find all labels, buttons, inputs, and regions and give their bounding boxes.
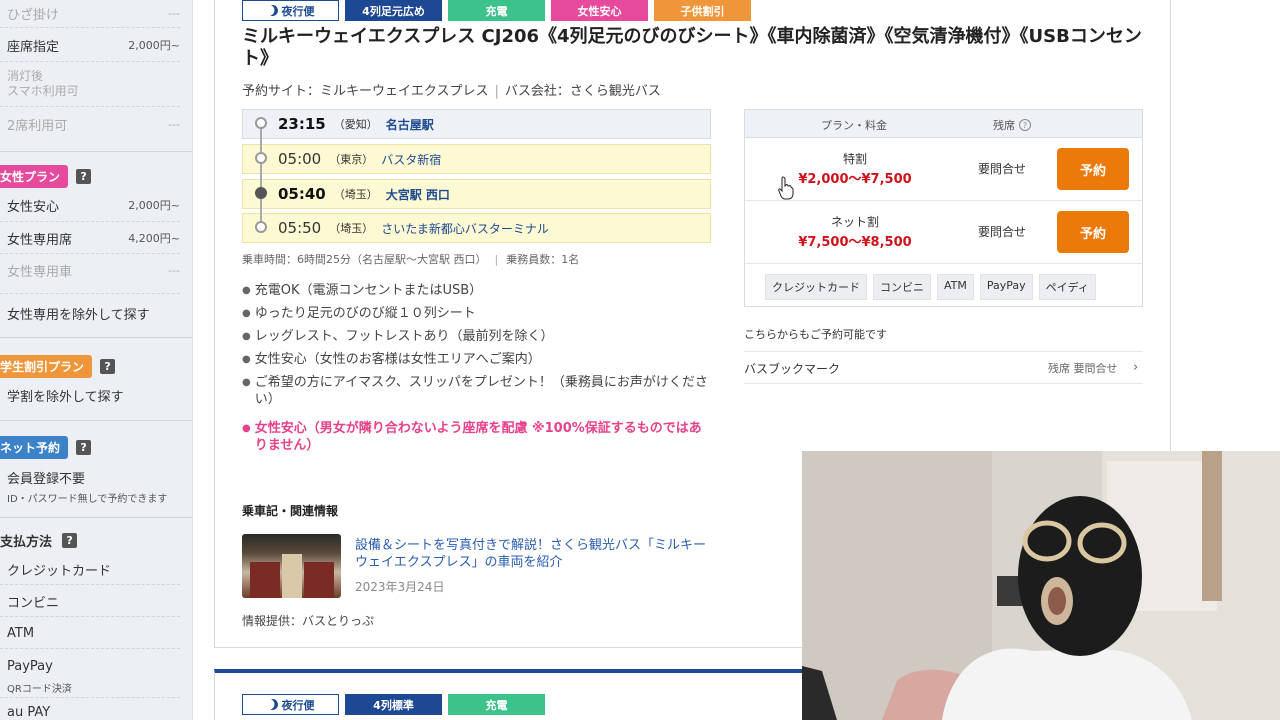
hand-cursor-icon [778, 176, 794, 200]
stop-arrival: 05:40 （埼玉） 大宮駅 西口 [242, 179, 711, 209]
info-provider: 情報提供：バスとりっぷ [242, 614, 375, 628]
listing-subinfo: 予約サイト：ミルキーウェイエクスプレス | バス会社：さくら観光バス [242, 84, 661, 99]
student-plan-header: 学生割引プラン ? [0, 355, 116, 378]
divider [0, 27, 180, 28]
related-info-heading: 乗車記・関連情報 [242, 504, 339, 518]
webcam-person-image [802, 451, 1280, 720]
alt-booking-note: こちらからもご予約可能です [744, 328, 887, 341]
badge-night: 夜行便 [242, 0, 339, 21]
help-icon[interactable]: ? [76, 440, 92, 455]
badge-night: 夜行便 [242, 694, 339, 715]
listing-badges: 夜行便 4列足元広め 充電 女性安心 子供割引 [242, 0, 751, 21]
help-icon[interactable]: ? [62, 533, 78, 548]
related-article-date: 2023年3月24日 [355, 580, 445, 594]
filter-payment-conbini[interactable]: コンビニ [0, 591, 180, 611]
badge-child-discount: 子供割引 [654, 0, 751, 21]
women-plan-header: 女性プラン ? [0, 165, 92, 188]
reserve-button[interactable]: 予約 [1057, 211, 1129, 253]
divider [0, 616, 180, 617]
filter-payment-paypay[interactable]: PayPay [0, 656, 180, 676]
reserve-button[interactable]: 予約 [1057, 148, 1129, 190]
filter-lights-off-phone[interactable]: 消灯後 スマホ利用可 [7, 69, 79, 99]
plan-row: ネット割 ¥7,500～¥8,500 要問合せ 予約 [745, 201, 1142, 264]
divider [0, 697, 180, 698]
badge-charging: 充電 [448, 694, 545, 715]
section-divider [0, 337, 193, 338]
webcam-overlay [802, 451, 1280, 720]
filter-payment-credit[interactable]: クレジットカード [0, 559, 180, 579]
stop-arrival: 05:50 （埼玉） さいたま新都心バスターミナル [242, 213, 711, 243]
feature-item: ● ゆったり足元のびのび縦１０列シート [242, 306, 476, 321]
divider [744, 351, 1143, 352]
divider [0, 253, 180, 254]
timeline-dot [255, 187, 267, 199]
related-article-thumbnail[interactable] [242, 534, 341, 598]
badge-charging: 充電 [448, 0, 545, 21]
filter-payment-aupay[interactable]: au PAY [0, 702, 180, 720]
badge-legroom: 4列足元広め [345, 0, 442, 21]
alt-booking-seats: 残席 要問合せ [1048, 362, 1118, 375]
women-safe-note: ● 女性安心（男女が隣り合わないよう座席を配慮 ※100%保証するものではありませ… [242, 421, 702, 453]
badge-women-safe: 女性安心 [551, 0, 648, 21]
listing-badges: 夜行便 4列標準 充電 [242, 694, 545, 715]
stop-departure: 23:15 （愛知） 名古屋駅 [242, 109, 711, 139]
payment-chip: ペイディ [1038, 274, 1096, 300]
timeline-dot [255, 221, 267, 233]
feature-list: ● 充電OK（電源コンセントまたはUSB） ● ゆったり足元のびのび縦１０列シート … [242, 282, 712, 460]
timeline-line [260, 123, 262, 230]
divider [0, 61, 180, 62]
exclude-women-link[interactable]: 女性専用を除外して探す [0, 303, 180, 323]
alt-booking-site[interactable]: バスブックマーク [744, 360, 840, 377]
help-icon[interactable]: ? [100, 359, 116, 374]
section-divider [0, 151, 193, 152]
ride-meta: 乗車時間：6時間25分（名古屋駅～大宮駅 西口） | 乗務員数：1名 [242, 253, 580, 266]
filter-sidebar: ひざ掛け --- 座席指定 2,000円~ 消灯後 スマホ利用可 2席利用可 -… [0, 0, 193, 720]
help-icon[interactable]: ? [76, 169, 92, 184]
no-membership-note: ID・パスワード無しで予約できます [7, 494, 168, 505]
plan-row: 特割 ¥2,000～¥7,500 要問合せ 予約 [745, 138, 1142, 201]
plan-price-table: プラン・料金 残席? 特割 ¥2,000～¥7,500 要問合せ 予約 ネット割… [744, 109, 1143, 307]
net-booking-header: ネット予約 ? [0, 436, 92, 459]
divider [0, 221, 180, 222]
exclude-student-link[interactable]: 学割を除外して探す [0, 385, 180, 405]
payment-chip: PayPay [979, 274, 1033, 300]
listing-title[interactable]: ミルキーウェイエクスプレス CJ206《4列足元のびのびシート》《車内除菌済》《… [242, 26, 1142, 70]
divider [0, 648, 180, 649]
moon-icon [264, 3, 279, 18]
filter-women-seat[interactable]: 女性専用席 4,200円~ [0, 228, 180, 248]
filter-blanket[interactable]: ひざ掛け --- [0, 3, 180, 23]
filter-two-seats[interactable]: 2席利用可 --- [0, 114, 180, 134]
related-article-link[interactable]: 設備＆シートを写真付きで解説！さくら観光バス「ミルキーウェイエクスプレス」の車両… [355, 537, 715, 571]
timeline-dot [255, 117, 267, 129]
badge-standard-seat: 4列標準 [345, 694, 442, 715]
payment-methods: クレジットカード コンビニ ATM PayPay ペイディ [765, 274, 1096, 300]
filter-seat-reservation[interactable]: 座席指定 2,000円~ [0, 35, 180, 55]
moon-icon [264, 697, 279, 712]
filter-no-membership[interactable]: 会員登録不要 [0, 467, 180, 487]
filter-women-car[interactable]: 女性専用車 --- [0, 260, 180, 280]
stop-arrival: 05:00 （東京） バスタ新宿 [242, 144, 711, 174]
section-divider [0, 420, 193, 421]
divider [0, 293, 180, 294]
feature-item: ● ご希望の方にアイマスク、スリッパをプレゼント！（乗務員にお声がけください） [242, 375, 708, 407]
filter-payment-atm[interactable]: ATM [0, 623, 180, 643]
section-divider [0, 517, 193, 518]
divider [744, 383, 1143, 384]
help-icon[interactable]: ? [1019, 119, 1031, 131]
payment-chip: ATM [937, 274, 974, 300]
payment-header: 支払方法 ? [0, 531, 78, 550]
payment-chip: コンビニ [873, 274, 931, 300]
chevron-right-icon[interactable]: › [1133, 360, 1138, 375]
feature-item: ● 充電OK（電源コンセントまたはUSB） [242, 283, 483, 298]
table-header: プラン・料金 残席? [745, 110, 1142, 138]
timeline-dot [255, 152, 267, 164]
feature-item: ● 女性安心（女性のお客様は女性エリアへご案内） [242, 352, 541, 367]
payment-chip: クレジットカード [765, 274, 867, 300]
divider [0, 106, 180, 107]
divider [0, 584, 180, 585]
paypay-note: QRコード決済 [7, 684, 72, 695]
feature-item: ● レッグレスト、フットレストあり（最前列を除く） [242, 329, 554, 344]
filter-women-safe[interactable]: 女性安心 2,000円~ [0, 195, 180, 215]
